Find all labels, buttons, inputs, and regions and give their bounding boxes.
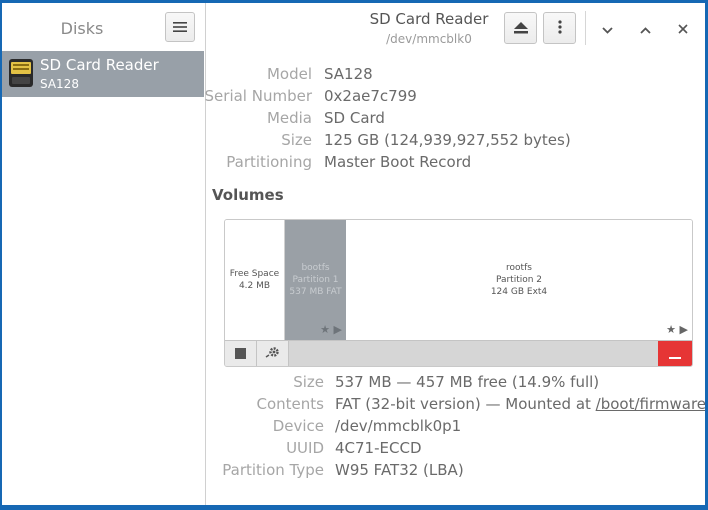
disk-name: SD Card Reader <box>40 56 159 74</box>
volume-size: 537 MB FAT <box>289 287 342 297</box>
unmount-button[interactable] <box>225 341 257 366</box>
eject-icon <box>513 19 528 38</box>
volume-partition-2[interactable]: rootfs Partition 2 124 GB Ext4 ★ ▶ <box>346 220 692 340</box>
partition-type-value: W95 FAT32 (LBA) <box>335 461 464 479</box>
more-vert-icon <box>557 19 562 38</box>
volume-partition-number: Partition 2 <box>495 275 543 285</box>
volume-toolbar <box>225 340 692 366</box>
partition-size-label: Size <box>293 373 324 391</box>
partitioning-label: Partitioning <box>226 153 312 171</box>
gear-icon <box>265 344 281 363</box>
partition-type-label: Partition Type <box>222 461 324 479</box>
mount-point-link[interactable]: /boot/firmware <box>596 395 705 413</box>
minus-icon <box>669 344 681 363</box>
volume-free-space[interactable]: Free Space 4.2 MB <box>225 220 285 340</box>
volume-label: rootfs <box>506 263 532 273</box>
size-value: 125 GB (124,939,927,552 bytes) <box>324 131 571 149</box>
volume-size: 4.2 MB <box>238 281 271 291</box>
model-label: Model <box>266 65 312 83</box>
eject-button[interactable] <box>504 12 537 44</box>
play-icon: ▶ <box>333 323 342 336</box>
star-icon: ★ <box>320 323 331 336</box>
star-icon: ★ <box>666 323 677 336</box>
delete-partition-button[interactable] <box>658 341 692 366</box>
partition-options-button[interactable] <box>257 341 289 366</box>
sd-card-icon <box>8 58 34 88</box>
menu-icon <box>173 18 187 37</box>
device-label: Device <box>272 417 324 435</box>
main-panel: SD Card Reader /dev/mmcblk0 Model SA128 … <box>204 3 705 505</box>
volumes-heading: Volumes <box>212 186 284 204</box>
sidebar-header: Disks <box>2 3 205 51</box>
close-button[interactable] <box>672 17 694 39</box>
disks-window: Disks SD Card Reader SA128 SD Card Reade… <box>2 3 705 505</box>
contents-text: FAT (32-bit version) — Mounted at <box>335 395 596 413</box>
volume-label: Free Space <box>229 269 280 279</box>
drive-options-button[interactable] <box>543 12 576 44</box>
uuid-label: UUID <box>286 439 324 457</box>
play-icon: ▶ <box>679 323 688 336</box>
uuid-value: 4C71-ECCD <box>335 439 422 457</box>
menu-button[interactable] <box>165 12 195 42</box>
contents-value: FAT (32-bit version) — Mounted at /boot/… <box>335 395 705 413</box>
partitioning-value: Master Boot Record <box>324 153 472 171</box>
serial-number-value: 0x2ae7c799 <box>324 87 417 105</box>
chevron-up-icon <box>639 19 651 38</box>
volume-size: 124 GB Ext4 <box>490 287 548 297</box>
device-value: /dev/mmcblk0p1 <box>335 417 462 435</box>
stop-icon <box>235 344 246 363</box>
drive-device-path: /dev/mmcblk0 <box>386 32 472 46</box>
serial-number-label: Serial Number <box>204 87 312 105</box>
volume-label: bootfs <box>301 263 330 273</box>
contents-label: Contents <box>256 395 324 413</box>
volumes-graph: Free Space 4.2 MB bootfs Partition 1 537… <box>224 219 693 367</box>
volume-partition-1[interactable]: bootfs Partition 1 537 MB FAT ★ ▶ <box>285 220 346 340</box>
media-label: Media <box>266 109 312 127</box>
sidebar-title: Disks <box>60 19 104 38</box>
size-label: Size <box>281 131 312 149</box>
drive-title: SD Card Reader <box>369 10 489 28</box>
media-value: SD Card <box>324 109 385 127</box>
chevron-down-icon <box>601 19 613 38</box>
close-icon <box>678 19 688 38</box>
partition-size-value: 537 MB — 457 MB free (14.9% full) <box>335 373 600 391</box>
maximize-button[interactable] <box>634 17 656 39</box>
disk-model: SA128 <box>40 77 79 91</box>
minimize-button[interactable] <box>596 17 618 39</box>
volume-partition-number: Partition 1 <box>292 275 339 285</box>
model-value: SA128 <box>324 65 373 83</box>
header-separator <box>585 11 586 45</box>
sidebar: Disks SD Card Reader SA128 <box>2 3 206 505</box>
sidebar-item-sd-card-reader[interactable]: SD Card Reader SA128 <box>2 51 204 97</box>
